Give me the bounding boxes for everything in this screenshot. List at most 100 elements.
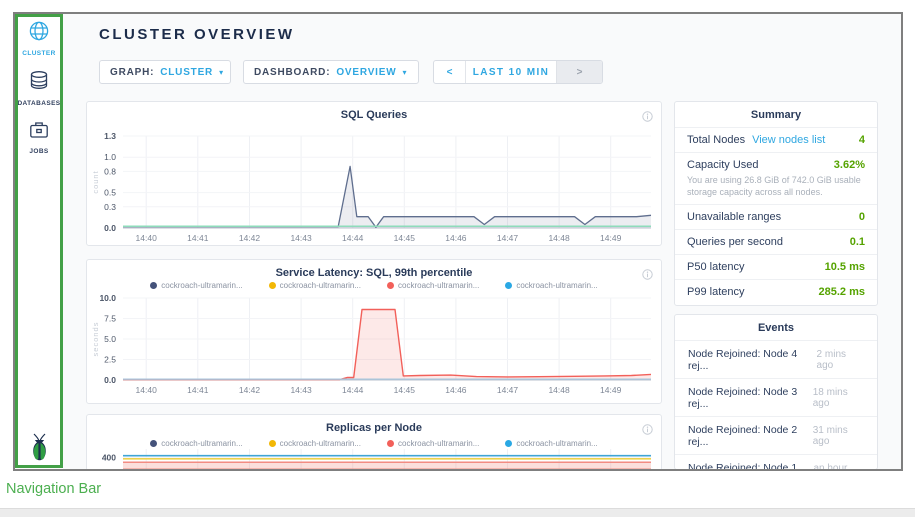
- time-range-selector: < LAST 10 MIN >: [433, 60, 603, 84]
- event-time: 2 mins ago: [817, 349, 864, 371]
- summary-row-qps: Queries per second 0.1: [675, 229, 877, 254]
- summary-value: 0.1: [850, 236, 865, 248]
- event-row[interactable]: Node Rejoined: Node 1 rej... an hour ago: [675, 454, 877, 470]
- summary-value: 285.2 ms: [819, 286, 865, 298]
- svg-text:7.5: 7.5: [104, 314, 116, 324]
- main-content: CLUSTER OVERVIEW GRAPH: CLUSTER ▾ DASHBO…: [63, 14, 901, 469]
- svg-text:10.0: 10.0: [99, 293, 116, 303]
- event-label: Node Rejoined: Node 1 rej...: [688, 462, 813, 470]
- svg-text:14:44: 14:44: [342, 385, 364, 395]
- summary-label: Capacity Used: [687, 159, 759, 171]
- svg-text:14:40: 14:40: [136, 233, 158, 243]
- svg-text:14:46: 14:46: [445, 385, 467, 395]
- time-range-next-button: >: [556, 61, 602, 83]
- svg-text:14:48: 14:48: [548, 385, 570, 395]
- svg-text:0.5: 0.5: [104, 188, 116, 198]
- svg-text:0.3: 0.3: [104, 202, 116, 212]
- summary-title: Summary: [675, 102, 877, 127]
- sidebar-item-databases[interactable]: DATABASES: [15, 70, 63, 107]
- sidebar-item-jobs[interactable]: JOBS: [15, 120, 63, 155]
- dashboard-dropdown-value: OVERVIEW: [336, 67, 396, 78]
- events-panel: Events Node Rejoined: Node 4 rej... 2 mi…: [674, 314, 878, 470]
- svg-text:14:40: 14:40: [136, 385, 158, 395]
- svg-text:14:47: 14:47: [497, 233, 519, 243]
- service-latency-chart-card: Service Latency: SQL, 99th percentile co…: [86, 259, 662, 404]
- screenshot-canvas: CLUSTER DATABASES: [0, 0, 915, 517]
- sql-queries-chart[interactable]: 14:40 14:41 14:42 14:43 14:44 14:45 14:46 14:47…: [87, 102, 662, 246]
- event-row[interactable]: Node Rejoined: Node 4 rej... 2 mins ago: [675, 340, 877, 378]
- sidebar-item-label: JOBS: [15, 148, 63, 155]
- summary-value: 4: [859, 134, 865, 146]
- summary-label: Queries per second: [687, 236, 783, 248]
- time-range-prev-button[interactable]: <: [434, 61, 466, 83]
- event-label: Node Rejoined: Node 3 rej...: [688, 386, 813, 410]
- graph-dropdown-label: GRAPH:: [110, 67, 154, 78]
- summary-value: 0: [859, 211, 865, 223]
- event-time: 18 mins ago: [813, 387, 864, 409]
- annotation-label: Navigation Bar: [6, 481, 101, 497]
- capacity-subtext: You are using 26.8 GiB of 742.0 GiB usab…: [687, 171, 865, 198]
- summary-row-total-nodes: Total Nodes View nodes list 4: [675, 127, 877, 152]
- event-row[interactable]: Node Rejoined: Node 2 rej... 31 mins ago: [675, 416, 877, 454]
- event-time: 31 mins ago: [813, 425, 864, 447]
- event-time: an hour ago: [813, 463, 864, 470]
- summary-label: P99 latency: [687, 286, 744, 298]
- page-title: CLUSTER OVERVIEW: [99, 26, 295, 43]
- chevron-down-icon: ▾: [219, 68, 223, 77]
- svg-text:1.0: 1.0: [104, 152, 116, 162]
- briefcase-icon: [29, 127, 49, 144]
- summary-label: Unavailable ranges: [687, 211, 781, 223]
- svg-text:1.3: 1.3: [104, 131, 116, 141]
- sidebar-item-label: DATABASES: [15, 100, 63, 107]
- summary-row-p99: P99 latency 285.2 ms: [675, 279, 877, 304]
- svg-text:14:47: 14:47: [497, 385, 519, 395]
- events-title: Events: [675, 315, 877, 340]
- svg-text:5.0: 5.0: [104, 334, 116, 344]
- graph-dropdown-value: CLUSTER: [160, 67, 213, 78]
- replicas-per-node-chart-card: Replicas per Node cockroach-ultramarin..…: [86, 414, 662, 471]
- summary-panel: Summary Total Nodes View nodes list 4 Ca…: [674, 101, 878, 306]
- svg-text:0.8: 0.8: [104, 166, 116, 176]
- summary-value: 3.62%: [834, 159, 865, 171]
- svg-text:14:43: 14:43: [290, 385, 312, 395]
- database-icon: [29, 79, 49, 96]
- summary-row-capacity: Capacity Used 3.62% You are using 26.8 G…: [675, 152, 877, 204]
- svg-text:14:49: 14:49: [600, 385, 622, 395]
- dashboard-dropdown[interactable]: DASHBOARD: OVERVIEW ▾: [243, 60, 419, 84]
- svg-text:seconds: seconds: [91, 322, 100, 357]
- chevron-down-icon: ▾: [402, 68, 406, 77]
- svg-text:0.0: 0.0: [104, 375, 116, 385]
- summary-value: 10.5 ms: [825, 261, 865, 273]
- summary-label: P50 latency: [687, 261, 744, 273]
- svg-text:0.0: 0.0: [104, 223, 116, 233]
- graph-dropdown[interactable]: GRAPH: CLUSTER ▾: [99, 60, 231, 84]
- svg-text:14:42: 14:42: [239, 233, 261, 243]
- svg-text:14:49: 14:49: [600, 233, 622, 243]
- svg-text:400: 400: [102, 452, 116, 462]
- event-row[interactable]: Node Rejoined: Node 3 rej... 18 mins ago: [675, 378, 877, 416]
- view-nodes-list-link[interactable]: View nodes list: [752, 134, 825, 146]
- event-label: Node Rejoined: Node 4 rej...: [688, 348, 817, 372]
- svg-text:14:45: 14:45: [394, 385, 416, 395]
- svg-text:14:41: 14:41: [187, 233, 209, 243]
- dashboard-dropdown-label: DASHBOARD:: [254, 67, 330, 78]
- sql-queries-chart-card: SQL Queries 14:4014:4114:4214:4314:4414:…: [86, 101, 662, 246]
- svg-text:14:46: 14:46: [445, 233, 467, 243]
- time-range-label[interactable]: LAST 10 MIN: [466, 61, 556, 83]
- svg-text:14:43: 14:43: [290, 233, 312, 243]
- summary-label: Total Nodes: [687, 134, 745, 146]
- service-latency-chart[interactable]: 14:4014:4114:4214:4314:4414:4514:4614:47…: [87, 260, 662, 404]
- sidebar-item-label: CLUSTER: [15, 50, 63, 57]
- app-window: CLUSTER DATABASES: [13, 12, 903, 471]
- svg-text:14:44: 14:44: [342, 233, 364, 243]
- svg-text:14:45: 14:45: [394, 233, 416, 243]
- summary-row-unavailable-ranges: Unavailable ranges 0: [675, 204, 877, 229]
- summary-row-p50: P50 latency 10.5 ms: [675, 254, 877, 279]
- globe-icon: [28, 29, 50, 46]
- cockroachdb-logo[interactable]: [15, 433, 63, 466]
- bottom-strip: [0, 508, 915, 517]
- svg-text:count: count: [91, 170, 100, 193]
- replicas-per-node-chart[interactable]: 14:4014:4114:4214:4314:4414:4514:4614:47…: [87, 415, 662, 471]
- sidebar-item-cluster[interactable]: CLUSTER: [15, 20, 63, 57]
- event-label: Node Rejoined: Node 2 rej...: [688, 424, 813, 448]
